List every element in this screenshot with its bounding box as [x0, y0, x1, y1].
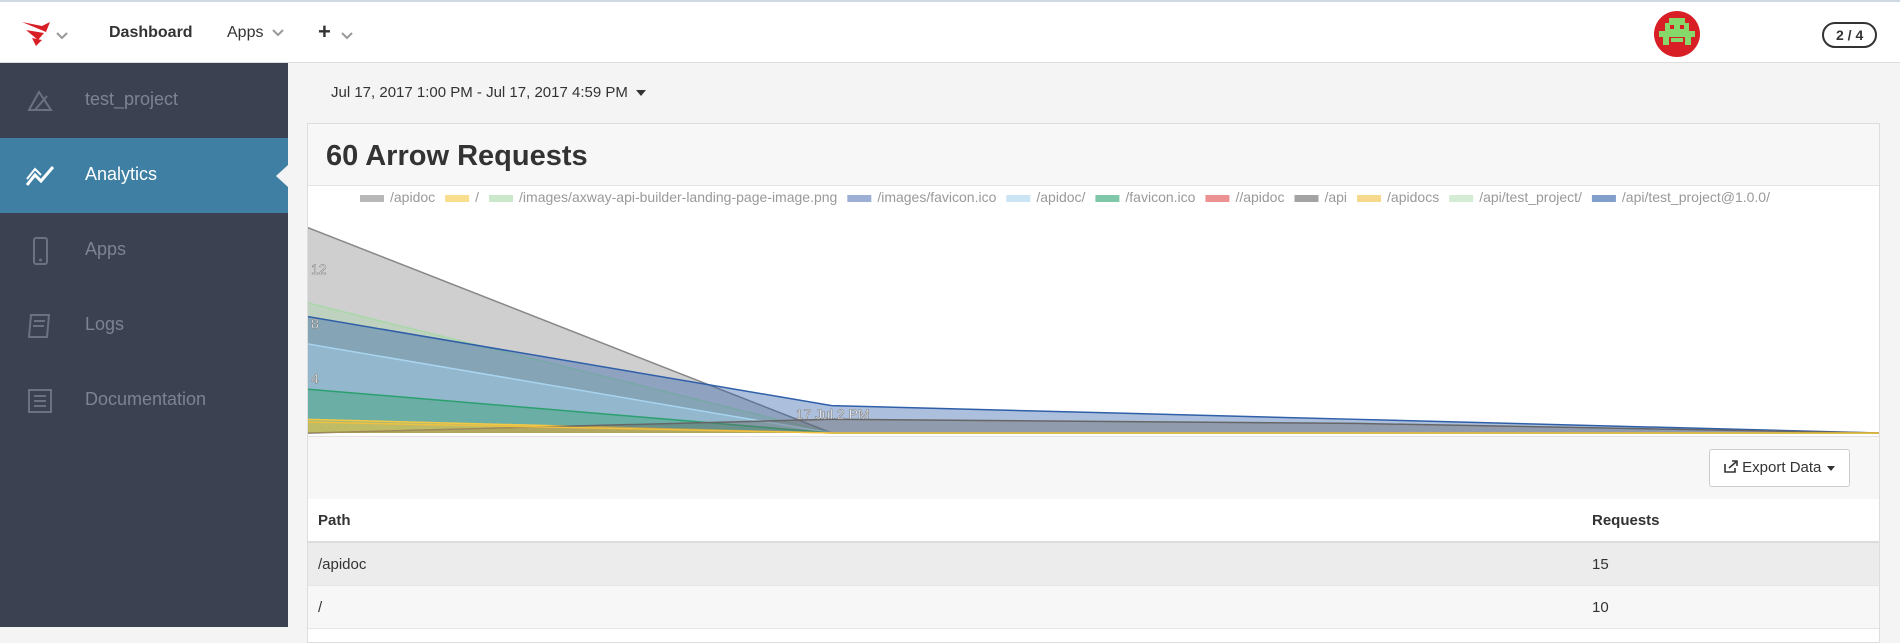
table-header-row: Path Requests [308, 499, 1879, 543]
legend-label[interactable]: / [475, 189, 479, 205]
panel-title: 60 Arrow Requests [326, 140, 588, 172]
requests-column-header[interactable]: Requests [1592, 512, 1660, 529]
sidebar-item-label: Documentation [85, 389, 207, 409]
analytics-panel: 60 Arrow Requests 4 8 12 17 Jul 2 PM/apidoc… [307, 123, 1880, 643]
requests-cell: 10 [1592, 599, 1609, 616]
legend-label[interactable]: /api/test_project@1.0.0/ [1622, 189, 1770, 205]
legend-swatch[interactable] [1591, 195, 1616, 202]
legend-swatch[interactable] [489, 195, 514, 202]
y-tick-label: 4 [311, 370, 319, 386]
path-column-header[interactable]: Path [318, 512, 351, 529]
sidebar-item-documentation[interactable]: Documentation [0, 363, 288, 438]
logo-icon[interactable] [20, 18, 56, 48]
sidebar-item-logs[interactable]: Logs [0, 288, 288, 363]
active-indicator [276, 165, 288, 187]
export-data-label: Export Data [1742, 459, 1822, 476]
y-tick-label: 12 [311, 261, 327, 277]
caret-down-icon [635, 90, 646, 97]
legend-label[interactable]: /api [1324, 189, 1347, 205]
legend-label[interactable]: /apidoc [390, 189, 435, 205]
requests-chart-svg: 481217 Jul 2 PM/apidoc //images/axway-api… [307, 189, 1880, 434]
requests-chart: 4 8 12 17 Jul 2 PM/apidoc //images/axway-api… [307, 186, 1880, 436]
sidebar-item-label: Apps [85, 239, 127, 259]
legend-swatch[interactable] [1006, 195, 1031, 202]
phone-icon [25, 236, 55, 266]
chevron-down-icon[interactable] [341, 27, 353, 45]
avatar[interactable] [1654, 11, 1700, 57]
analytics-icon [25, 161, 55, 191]
project-icon [25, 86, 55, 116]
sidebar-item-label: test_project [85, 89, 179, 109]
legend-swatch[interactable] [360, 195, 384, 202]
nav-apps-label: Apps [227, 24, 264, 42]
sidebar-item-analytics[interactable]: Analytics [0, 138, 288, 213]
requests-table: Path Requests /apidoc 15 / 10 [308, 499, 1879, 629]
y-tick-label: 8 [311, 316, 319, 332]
legend-swatch[interactable] [1205, 195, 1230, 202]
chevron-down-icon[interactable] [56, 27, 68, 45]
legend-label[interactable]: /apidoc/ [1036, 189, 1085, 205]
document-icon [25, 386, 55, 416]
path-cell: /apidoc [318, 556, 367, 573]
sidebar-item-label: Analytics [85, 164, 158, 184]
requests-cell: 15 [1592, 556, 1609, 573]
legend-label[interactable]: /images/axway-api-builder-landing-page-i… [519, 189, 837, 205]
legend-label[interactable]: /apidocs [1387, 189, 1439, 205]
legend-swatch[interactable] [445, 195, 470, 202]
table-row[interactable]: /apidoc 15 [308, 543, 1879, 586]
date-range-label: Jul 17, 2017 1:00 PM - Jul 17, 2017 4:59… [331, 84, 628, 101]
chart-legend: /apidoc //images/axway-api-builder-landin… [360, 189, 1770, 205]
caret-down-icon [1827, 465, 1836, 471]
legend-label[interactable]: /images/favicon.ico [877, 189, 996, 205]
path-cell: / [318, 599, 323, 616]
nav-dashboard[interactable]: Dashboard [109, 24, 193, 42]
top-navbar: Dashboard Apps + 2 / 4 [0, 0, 1900, 63]
page-counter-badge[interactable]: 2 / 4 [1822, 22, 1878, 48]
date-range-picker[interactable]: Jul 17, 2017 1:00 PM - Jul 17, 2017 4:59… [331, 84, 646, 101]
book-icon [25, 311, 55, 341]
legend-swatch[interactable] [1095, 195, 1120, 202]
chart-footer: Export Data [308, 436, 1879, 501]
legend-swatch[interactable] [1449, 195, 1474, 202]
table-row[interactable]: / 10 [308, 586, 1879, 629]
sidebar-item-apps[interactable]: Apps [0, 213, 288, 288]
legend-label[interactable]: //apidoc [1235, 189, 1284, 205]
legend-label[interactable]: /favicon.ico [1125, 189, 1195, 205]
add-button[interactable]: + [318, 19, 331, 45]
legend-swatch[interactable] [847, 195, 872, 202]
chevron-down-icon [272, 24, 284, 42]
legend-label[interactable]: /api/test_project/ [1479, 189, 1582, 205]
sidebar-item-test-project[interactable]: test_project [0, 63, 288, 138]
export-icon [1724, 459, 1742, 476]
x-tick-label: 17 Jul 2 PM [796, 406, 870, 422]
legend-swatch[interactable] [1294, 195, 1319, 202]
panel-header: 60 Arrow Requests [308, 124, 1879, 186]
export-data-button[interactable]: Export Data [1709, 449, 1851, 487]
sidebar: test_project Analytics Apps Logs Documen… [0, 63, 288, 627]
legend-swatch[interactable] [1357, 195, 1382, 202]
sidebar-item-label: Logs [85, 314, 125, 334]
nav-apps[interactable]: Apps [227, 24, 284, 42]
